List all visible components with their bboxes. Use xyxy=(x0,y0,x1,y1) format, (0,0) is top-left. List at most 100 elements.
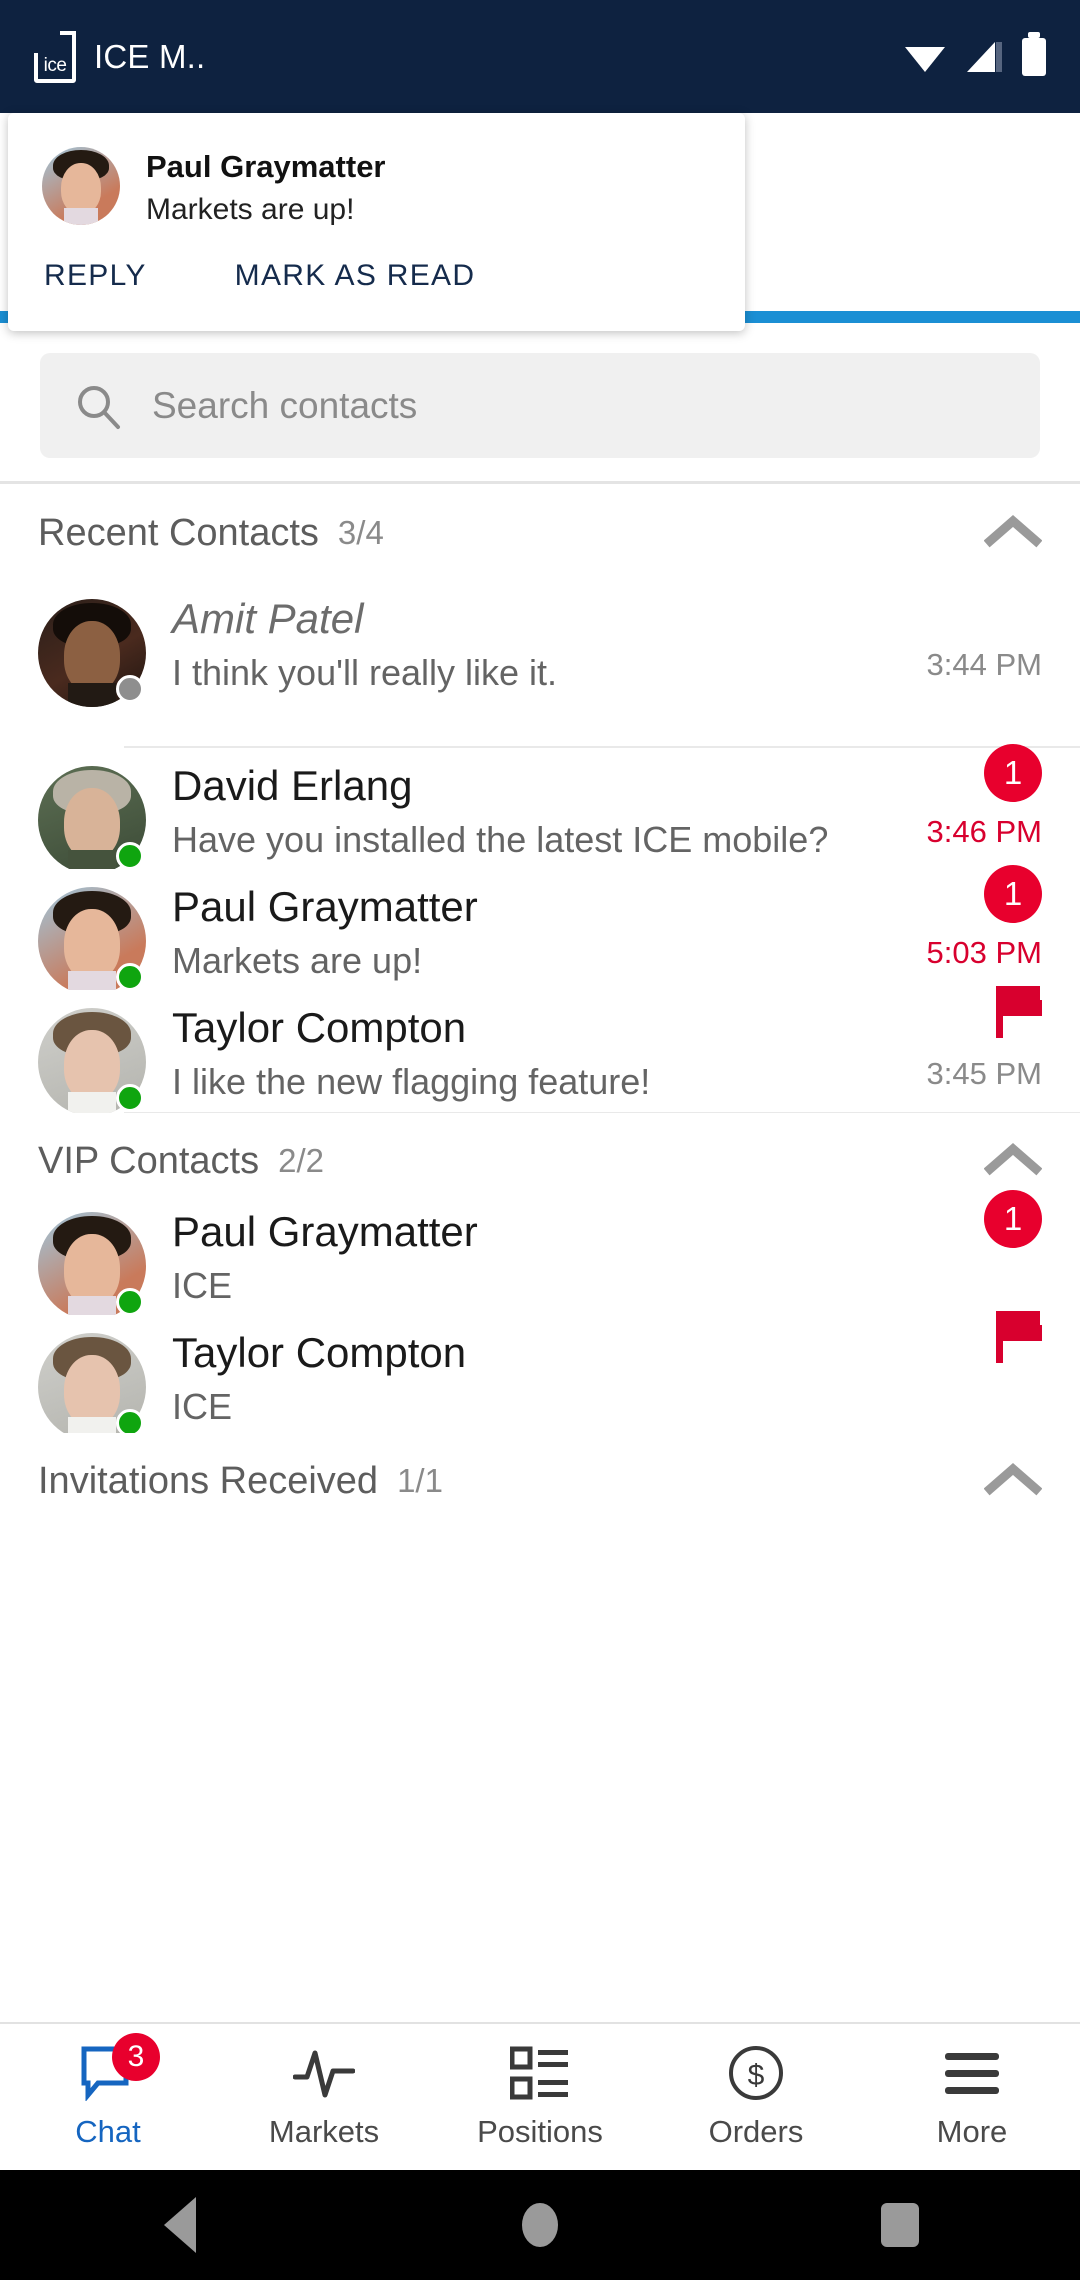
app-title: ICE M.. xyxy=(94,37,206,75)
notification-card[interactable]: Paul Graymatter Markets are up! REPLY MA… xyxy=(8,113,745,331)
chat-unread-badge: 3 xyxy=(112,2032,160,2081)
app-screen: ice ICE M.. Search contacts Recent Conta… xyxy=(0,0,1080,2280)
notification-text: Paul Graymatter Markets are up! xyxy=(146,147,386,227)
section-title: Invitations Received xyxy=(38,1459,379,1502)
notification-avatar xyxy=(42,147,120,225)
dollar-circle-icon: $ xyxy=(727,2045,785,2101)
nav-label-orders: Orders xyxy=(708,2113,804,2149)
vip-contact-row-paul-graymatter[interactable]: Paul Graymatter ICE 1 xyxy=(0,1190,1080,1320)
contact-timestamp: 3:46 PM xyxy=(926,814,1042,849)
section-count: 3/4 xyxy=(337,514,384,551)
unread-badge: 1 xyxy=(984,744,1042,802)
contact-row-taylor-compton[interactable]: Taylor Compton I like the new flagging f… xyxy=(0,986,1080,1116)
contact-row-david-erlang[interactable]: David Erlang Have you installed the late… xyxy=(0,744,1080,874)
section-header-invitations-received[interactable]: Invitations Received 1/1 xyxy=(0,1433,1080,1529)
contact-name: Paul Graymatter xyxy=(172,883,478,930)
contact-name: Paul Graymatter xyxy=(172,1208,478,1255)
vip-contact-row-taylor-compton[interactable]: Taylor Compton ICE xyxy=(0,1311,1080,1441)
presence-indicator-online xyxy=(116,963,144,991)
nav-item-markets[interactable]: Markets xyxy=(216,2024,432,2170)
home-circle-icon[interactable] xyxy=(480,2170,600,2280)
contact-row-amit-patel[interactable]: Amit Patel I think you'll really like it… xyxy=(0,581,1080,707)
main-content: Search contacts Recent Contacts 3/4 Amit… xyxy=(0,113,1080,2280)
avatar xyxy=(38,766,146,874)
search-input[interactable]: Search contacts xyxy=(40,353,1040,458)
app-icon-label: ice xyxy=(43,54,67,76)
contact-name: Taylor Compton xyxy=(172,1004,467,1051)
avatar xyxy=(38,1333,146,1441)
nav-label-more: More xyxy=(936,2113,1008,2149)
nav-item-orders[interactable]: $ Orders xyxy=(648,2024,864,2170)
notification-message: Markets are up! xyxy=(146,193,355,226)
unread-badge: 1 xyxy=(984,865,1042,923)
mark-as-read-button[interactable]: MARK AS READ xyxy=(235,259,476,293)
app-icon: ice xyxy=(34,30,76,83)
chevron-up-icon[interactable] xyxy=(983,1141,1043,1182)
avatar xyxy=(38,887,146,995)
contact-preview: I like the new flagging feature! xyxy=(172,1060,651,1102)
contact-row-body: Taylor Compton I like the new flagging f… xyxy=(172,986,1042,1113)
nav-label-positions: Positions xyxy=(477,2113,603,2149)
hamburger-icon xyxy=(943,2045,1001,2101)
presence-indicator-online xyxy=(116,1288,144,1316)
avatar xyxy=(38,1008,146,1116)
contact-name: David Erlang xyxy=(172,762,413,809)
contact-subtitle: ICE xyxy=(172,1264,233,1306)
contact-row-body: Paul Graymatter ICE 1 xyxy=(172,1190,1042,1317)
nav-label-chat: Chat xyxy=(75,2113,141,2149)
contact-row-body: David Erlang Have you installed the late… xyxy=(172,744,1042,871)
avatar xyxy=(38,599,146,707)
contact-timestamp: 3:45 PM xyxy=(926,1056,1042,1091)
nav-item-more[interactable]: More xyxy=(864,2024,1080,2170)
section-title: Recent Contacts xyxy=(38,511,319,554)
system-navigation-bar xyxy=(0,2170,1080,2280)
contact-name: Amit Patel xyxy=(172,595,364,642)
flag-icon[interactable] xyxy=(996,1311,1042,1368)
search-placeholder: Search contacts xyxy=(152,384,418,426)
svg-text:$: $ xyxy=(748,2059,765,2092)
reply-button[interactable]: REPLY xyxy=(44,259,147,293)
wifi-icon xyxy=(904,41,946,73)
battery-icon xyxy=(1022,31,1046,76)
back-triangle-icon[interactable] xyxy=(120,2170,240,2280)
contact-preview: I think you'll really like it. xyxy=(172,651,558,693)
nav-item-chat[interactable]: 3 Chat xyxy=(0,2024,216,2170)
status-bar-right xyxy=(904,31,1046,76)
contact-preview: Markets are up! xyxy=(172,939,423,981)
chevron-up-icon[interactable] xyxy=(983,1461,1043,1502)
notification-sender: Paul Graymatter xyxy=(146,149,386,184)
section-count: 1/1 xyxy=(397,1462,443,1499)
contact-timestamp: 5:03 PM xyxy=(926,935,1042,970)
chat-bubble-icon: 3 xyxy=(80,2032,160,2101)
flag-icon[interactable] xyxy=(996,986,1042,1043)
bottom-navigation: 3 Chat Markets Positions $ Orders More xyxy=(0,2022,1080,2170)
unread-badge: 1 xyxy=(984,1190,1042,1248)
search-divider xyxy=(0,481,1080,484)
notification-header: Paul Graymatter Markets are up! xyxy=(8,113,745,227)
list-grid-icon xyxy=(510,2045,570,2101)
contact-timestamp: 3:44 PM xyxy=(926,647,1042,682)
nav-label-markets: Markets xyxy=(268,2113,380,2149)
section-title: VIP Contacts xyxy=(38,1139,260,1182)
presence-indicator-offline xyxy=(116,675,144,703)
chevron-up-icon[interactable] xyxy=(983,513,1043,554)
section-count: 2/2 xyxy=(278,1142,324,1179)
notification-actions: REPLY MARK AS READ xyxy=(8,227,745,293)
contact-row-paul-graymatter[interactable]: Paul Graymatter Markets are up! 1 5:03 P… xyxy=(0,865,1080,995)
pulse-line-icon xyxy=(293,2045,355,2101)
search-bar-container: Search contacts xyxy=(0,338,1080,473)
section-header-recent-contacts[interactable]: Recent Contacts 3/4 xyxy=(0,485,1080,581)
recents-square-icon[interactable] xyxy=(840,2170,960,2280)
contact-row-body: Taylor Compton ICE xyxy=(172,1311,1042,1438)
status-bar: ice ICE M.. xyxy=(0,0,1080,113)
presence-indicator-online xyxy=(116,1084,144,1112)
contact-subtitle: ICE xyxy=(172,1385,233,1427)
presence-indicator-online xyxy=(116,842,144,870)
search-icon xyxy=(74,382,122,430)
contact-preview: Have you installed the latest ICE mobile… xyxy=(172,818,829,860)
contact-row-body: Amit Patel I think you'll really like it… xyxy=(172,581,1042,704)
status-bar-left: ice ICE M.. xyxy=(34,30,206,83)
contact-name: Taylor Compton xyxy=(172,1329,467,1376)
contact-row-body: Paul Graymatter Markets are up! 1 5:03 P… xyxy=(172,865,1042,992)
nav-item-positions[interactable]: Positions xyxy=(432,2024,648,2170)
